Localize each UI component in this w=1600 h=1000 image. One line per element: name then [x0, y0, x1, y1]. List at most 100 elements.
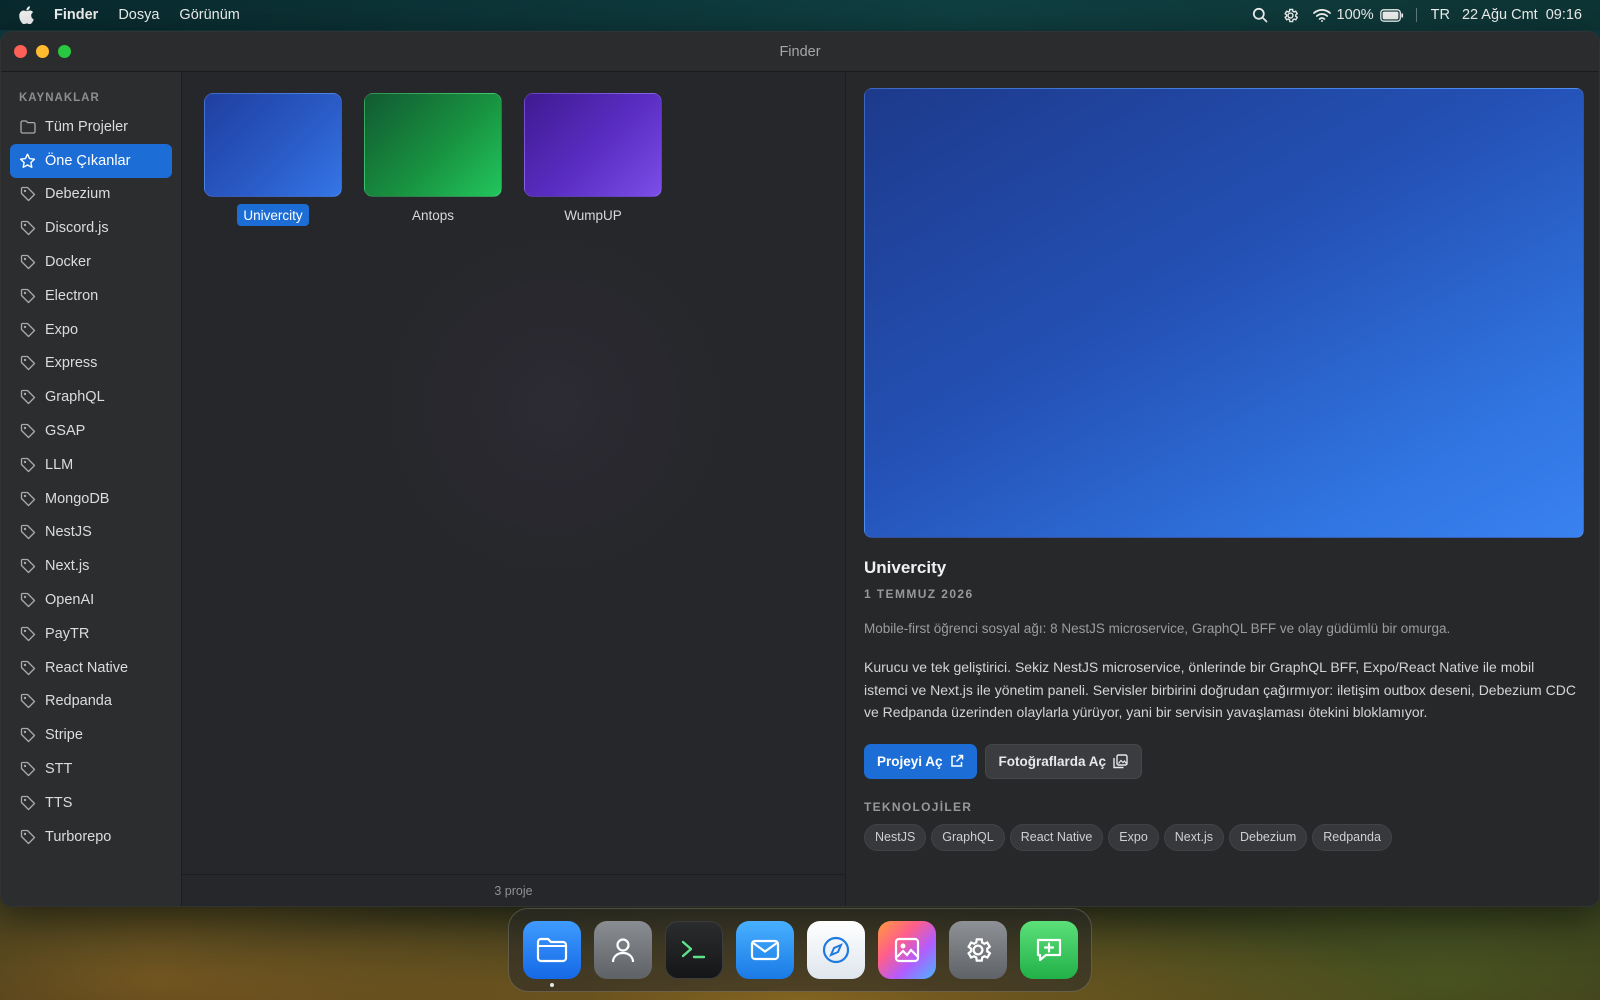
sidebar-item-label: TTS — [45, 794, 73, 811]
external-link-icon — [950, 754, 964, 768]
sidebar-item-expo[interactable]: Expo — [10, 313, 172, 347]
tag-icon — [19, 659, 36, 676]
tech-tag[interactable]: NestJS — [864, 823, 927, 851]
sidebar-item-label: LLM — [45, 456, 74, 473]
sidebar-item-nestjs[interactable]: NestJS — [10, 516, 172, 550]
sidebar-item-tüm-projeler[interactable]: Tüm Projeler — [10, 110, 172, 144]
apple-icon[interactable] — [18, 6, 34, 24]
tag-icon — [19, 287, 36, 304]
tech-tag[interactable]: GraphQL — [931, 823, 1005, 851]
open-project-button[interactable]: Projeyi Aç — [864, 743, 977, 779]
sidebar-item-gsap[interactable]: GSAP — [10, 414, 172, 448]
sidebar-item-label: Turborepo — [45, 828, 112, 845]
detail-title: Univercity — [864, 558, 947, 577]
project-preview-image[interactable] — [864, 88, 1584, 538]
project-tile-wumpup[interactable]: WumpUP — [524, 93, 662, 226]
open-in-photos-button[interactable]: Fotoğraflarda Aç — [984, 743, 1143, 779]
tag-icon — [19, 558, 36, 575]
sidebar-item-discord-js[interactable]: Discord.js — [10, 211, 172, 245]
sidebar-item-öne-çıkanlar[interactable]: Öne Çıkanlar — [10, 143, 172, 178]
tag-icon — [19, 423, 36, 440]
messages-icon[interactable] — [1020, 921, 1078, 979]
sidebar-item-react-native[interactable]: React Native — [10, 651, 172, 685]
sidebar-item-label: Expo — [45, 321, 79, 338]
technology-tags: NestJS GraphQL React Native Expo Next.js… — [864, 823, 1582, 851]
detail-description: Kurucu ve tek geliştirici. Sekiz NestJS … — [864, 659, 1576, 720]
project-grid: Univercity Antops WumpUP — [204, 93, 684, 226]
gear-icon[interactable] — [1282, 7, 1299, 24]
zoom-button[interactable] — [58, 45, 71, 58]
tech-tag[interactable]: React Native — [1009, 823, 1104, 851]
wifi-icon[interactable] — [1312, 8, 1331, 22]
menubar-date[interactable]: 22 Ağu Cmt — [1462, 7, 1538, 23]
menubar-divider — [1415, 8, 1417, 22]
settings-icon[interactable] — [949, 921, 1007, 979]
sidebar-item-turborepo[interactable]: Turborepo — [10, 820, 172, 854]
mail-icon[interactable] — [736, 921, 794, 979]
sidebar-item-mongodb[interactable]: MongoDB — [10, 482, 172, 516]
project-tile-univercity[interactable]: Univercity — [204, 93, 342, 226]
sidebar-item-next-js[interactable]: Next.js — [10, 549, 172, 583]
sidebar-item-docker[interactable]: Docker — [10, 245, 172, 279]
sidebar-item-llm[interactable]: LLM — [10, 448, 172, 482]
tech-tag[interactable]: Debezium — [1228, 823, 1308, 851]
menu-app-name[interactable]: Finder — [54, 7, 98, 23]
tag-icon — [19, 186, 36, 203]
menubar-time[interactable]: 09:16 — [1546, 7, 1582, 23]
sidebar-item-stt[interactable]: STT — [10, 752, 172, 786]
photos-icon[interactable] — [878, 921, 936, 979]
finder-window: Finder KAYNAKLAR Tüm Projeler Öne Çıkanla… — [0, 31, 1600, 907]
tag-icon — [19, 625, 36, 642]
tag-icon — [19, 727, 36, 744]
tag-icon — [19, 828, 36, 845]
sidebar-item-label: MongoDB — [45, 490, 110, 507]
detail-actions: Projeyi Aç Fotoğraflarda Aç — [864, 743, 1582, 779]
project-name: WumpUP — [564, 207, 622, 223]
sidebar-item-stripe[interactable]: Stripe — [10, 718, 172, 752]
project-thumbnail[interactable] — [524, 93, 662, 197]
project-thumbnail[interactable] — [204, 93, 342, 197]
safari-icon[interactable] — [807, 921, 865, 979]
detail-summary: Mobile-first öğrenci sosyal ağı: 8 NestJ… — [864, 621, 1451, 636]
dock — [508, 908, 1092, 992]
minimize-button[interactable] — [36, 45, 49, 58]
project-thumbnail[interactable] — [364, 93, 502, 197]
sidebar-item-label: OpenAI — [45, 592, 95, 609]
sidebar-item-label: PayTR — [45, 625, 90, 642]
sidebar-item-label: STT — [45, 761, 73, 778]
sidebar-heading: KAYNAKLAR — [19, 92, 100, 104]
project-grid-area: Univercity Antops WumpUP 3 proje — [182, 72, 846, 906]
sidebar-item-tts[interactable]: TTS — [10, 786, 172, 820]
sidebar-item-express[interactable]: Express — [10, 347, 172, 381]
battery-icon[interactable] — [1379, 8, 1404, 22]
tech-tag[interactable]: Next.js — [1163, 823, 1224, 851]
sidebar-item-openai[interactable]: OpenAI — [10, 583, 172, 617]
sidebar-item-graphql[interactable]: GraphQL — [10, 380, 172, 414]
tag-icon — [19, 761, 36, 778]
menu-gorunum[interactable]: Görünüm — [179, 7, 239, 23]
input-source[interactable]: TR — [1431, 7, 1450, 23]
sidebar-item-redpanda[interactable]: Redpanda — [10, 685, 172, 719]
tag-icon — [19, 456, 36, 473]
detail-pane: Univercity 1 TEMMUZ 2026 Mobile-first öğ… — [846, 72, 1599, 906]
sidebar-item-label: GraphQL — [45, 389, 105, 406]
finder-icon[interactable] — [523, 921, 581, 987]
title-bar[interactable]: Finder — [1, 32, 1599, 72]
tech-tag[interactable]: Expo — [1108, 823, 1159, 851]
sidebar-item-label: Express — [45, 355, 98, 372]
sidebar-item-label: Redpanda — [45, 693, 112, 710]
terminal-icon[interactable] — [665, 921, 723, 979]
project-tile-antops[interactable]: Antops — [364, 93, 502, 226]
menu-dosya[interactable]: Dosya — [118, 7, 159, 23]
technologies-heading: TEKNOLOJİLER — [864, 799, 973, 814]
battery-percent[interactable]: 100% — [1337, 7, 1374, 23]
tech-tag[interactable]: Redpanda — [1312, 823, 1392, 851]
spotlight-search-icon[interactable] — [1252, 7, 1268, 23]
contacts-icon[interactable] — [594, 921, 652, 979]
sidebar-item-electron[interactable]: Electron — [10, 279, 172, 313]
close-button[interactable] — [14, 45, 27, 58]
sidebar-item-debezium[interactable]: Debezium — [10, 178, 172, 212]
project-name: Univercity — [237, 204, 309, 226]
sidebar-item-label: Next.js — [45, 558, 90, 575]
sidebar-item-paytr[interactable]: PayTR — [10, 617, 172, 651]
